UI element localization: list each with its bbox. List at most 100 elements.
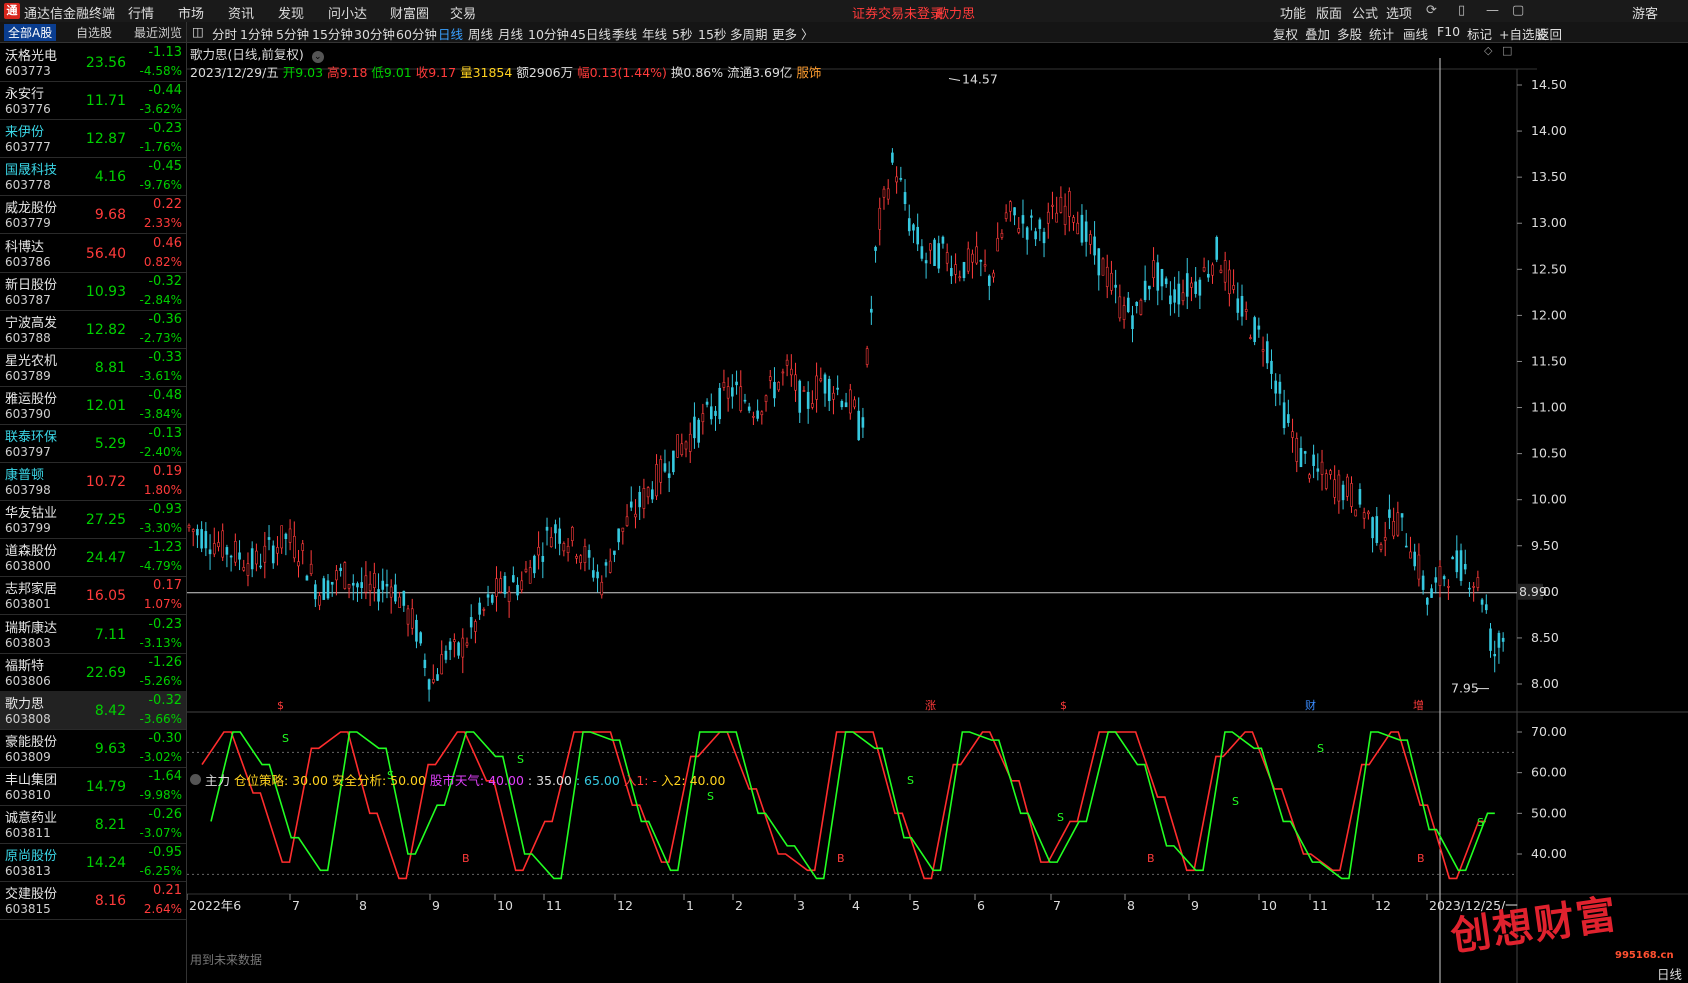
candle-body xyxy=(1101,258,1105,276)
menu-item-2[interactable]: 资讯 xyxy=(228,3,254,22)
stock-row[interactable]: 国晟科技 603778 4.16 -0.45 -9.76% xyxy=(0,157,186,197)
phone-icon[interactable]: ▯ xyxy=(1458,3,1465,18)
period-tab-2[interactable]: 5分钟 xyxy=(276,24,309,43)
period-tab-11[interactable]: 季线 xyxy=(612,24,637,43)
stock-row[interactable]: 诚意药业 603811 8.21 -0.26 -3.07% xyxy=(0,805,186,844)
stock-row[interactable]: 歌力思 603808 8.42 -0.32 -3.66% xyxy=(0,690,186,730)
indicator-name[interactable]: 主力 xyxy=(205,773,230,788)
period-tab-12[interactable]: 年线 xyxy=(642,24,667,43)
sidebar-toggle-icon[interactable]: ◫ xyxy=(192,24,204,39)
window-icon[interactable]: ▢ xyxy=(1512,3,1524,18)
stock-row[interactable]: 雅运股份 603790 12.01 -0.48 -3.84% xyxy=(0,386,186,425)
indicator-toggle-icon[interactable] xyxy=(190,774,201,785)
price-tick-label: 11.00 xyxy=(1531,400,1567,415)
candle-body xyxy=(697,419,700,443)
period-tab-0[interactable]: 分时 xyxy=(212,24,237,43)
minimize-icon[interactable]: — xyxy=(1486,3,1499,18)
candle-body xyxy=(335,570,338,581)
min-price-label: 7.95 xyxy=(1451,681,1479,696)
chart-area[interactable]: 14.50 14.00 13.50 13.00 12.50 12.00 11.50 11.00… xyxy=(187,42,1688,983)
period-tab-13[interactable]: 5秒 xyxy=(672,24,692,43)
period-tab-8[interactable]: 月线 xyxy=(498,24,523,43)
period-tab-9[interactable]: 10分钟 xyxy=(528,24,569,43)
stock-row[interactable]: 来伊份 603777 12.87 -0.23 -1.76% xyxy=(0,119,186,159)
stock-row[interactable]: 新日股份 603787 10.93 -0.32 -2.84% xyxy=(0,272,186,311)
candle-body xyxy=(1274,380,1277,394)
menu-item-3[interactable]: 发现 xyxy=(278,3,304,22)
sidebar-tab-1[interactable]: 自选股 xyxy=(72,24,116,41)
tool-6[interactable]: 标记 xyxy=(1467,24,1492,43)
candle-body xyxy=(954,264,957,275)
period-tab-10[interactable]: 45日线 xyxy=(570,24,611,43)
guest-label[interactable]: 游客 xyxy=(1632,3,1658,22)
tool-2[interactable]: 多股 xyxy=(1337,24,1362,43)
stock-row[interactable]: 瑞斯康达 603803 7.11 -0.23 -3.13% xyxy=(0,615,186,654)
sidebar-tab-0[interactable]: 全部A股 xyxy=(4,24,57,41)
stock-row[interactable]: 科博达 603786 56.40 0.46 0.82% xyxy=(0,234,186,273)
candle-body xyxy=(1063,205,1067,225)
period-tab-15[interactable]: 多周期 xyxy=(730,24,768,43)
period-tab-7[interactable]: 周线 xyxy=(468,24,493,43)
candle-body xyxy=(507,591,511,602)
period-tab-6[interactable]: 日线 xyxy=(438,24,463,43)
stock-list-sidebar: 全部A股 自选股 最近浏览 沃格光电 603773 23.56 -1.13 -4.58% 永安… xyxy=(0,22,187,983)
menu-item-4[interactable]: 问小达 xyxy=(328,3,367,22)
tool-5[interactable]: F10 xyxy=(1437,24,1460,39)
stock-row[interactable]: 华友钴业 603799 27.25 -0.93 -3.30% xyxy=(0,500,186,540)
login-status[interactable]: 证券交易未登录 xyxy=(852,3,943,22)
candle-body xyxy=(617,528,620,543)
period-tab-5[interactable]: 60分钟 xyxy=(396,24,437,43)
candle-body xyxy=(777,381,780,391)
tool-8[interactable]: 返回 xyxy=(1537,24,1562,43)
period-indicator[interactable]: 日线 xyxy=(1657,964,1682,983)
menu-bar: 通 通达信金融终端 证券交易未登录 歌力思 游客 行情 市场 资讯 发现 问小达 财富圈 交… xyxy=(0,0,1688,23)
candle-body xyxy=(874,246,877,251)
menu-item-5[interactable]: 财富圈 xyxy=(390,3,429,22)
stock-name: 瑞斯康达 xyxy=(5,620,58,636)
stock-row[interactable]: 联泰环保 603797 5.29 -0.13 -2.40% xyxy=(0,424,186,463)
period-tab-3[interactable]: 15分钟 xyxy=(312,24,353,43)
stock-row[interactable]: 志邦家居 603801 16.05 0.17 1.07% xyxy=(0,576,186,616)
stock-row[interactable]: 永安行 603776 11.71 -0.44 -3.62% xyxy=(0,81,186,121)
candle-body xyxy=(478,602,481,615)
right-menu-item-1[interactable]: 版面 xyxy=(1316,3,1342,22)
candle-body xyxy=(1265,341,1269,364)
x-tick-label: 10 xyxy=(1261,898,1277,913)
stock-row[interactable]: 威龙股份 603779 9.68 0.22 2.33% xyxy=(0,195,186,235)
candle-body xyxy=(524,568,528,572)
candle-body xyxy=(971,253,974,263)
period-tab-16[interactable]: 更多 〉 xyxy=(772,24,813,43)
right-menu-item-2[interactable]: 公式 xyxy=(1352,3,1378,22)
menu-item-1[interactable]: 市场 xyxy=(178,3,204,22)
stock-row[interactable]: 康普顿 603798 10.72 0.19 1.80% xyxy=(0,462,186,502)
stock-row[interactable]: 宁波高发 603788 12.82 -0.36 -2.73% xyxy=(0,310,186,349)
tool-1[interactable]: 叠加 xyxy=(1305,24,1330,43)
stock-row[interactable]: 豪能股份 603809 9.63 -0.30 -3.02% xyxy=(0,729,186,768)
period-tab-14[interactable]: 15秒 xyxy=(698,24,726,43)
stock-change-pct: -5.26% xyxy=(139,673,182,688)
candle-body xyxy=(764,395,768,402)
tool-3[interactable]: 统计 xyxy=(1369,24,1394,43)
candle-body xyxy=(322,578,326,600)
menu-item-6[interactable]: 交易 xyxy=(450,3,476,22)
menu-item-0[interactable]: 行情 xyxy=(128,3,154,22)
period-tab-4[interactable]: 30分钟 xyxy=(354,24,395,43)
tool-0[interactable]: 复权 xyxy=(1273,24,1298,43)
signal-letter: S xyxy=(1317,742,1324,755)
sidebar-tab-2[interactable]: 最近浏览 xyxy=(130,24,186,41)
stock-row[interactable]: 丰山集团 603810 14.79 -1.64 -9.98% xyxy=(0,767,186,806)
refresh-icon[interactable]: ⟳ xyxy=(1426,3,1437,18)
right-menu-item-0[interactable]: 功能 xyxy=(1280,3,1306,22)
tool-4[interactable]: 画线 xyxy=(1403,24,1428,43)
stock-change: 0.22 xyxy=(153,197,182,213)
stock-row[interactable]: 原尚股份 603813 14.24 -0.95 -6.25% xyxy=(0,843,186,883)
stock-row[interactable]: 福斯特 603806 22.69 -1.26 -5.26% xyxy=(0,653,186,692)
stock-row[interactable]: 星光农机 603789 8.81 -0.33 -3.61% xyxy=(0,348,186,387)
stock-row[interactable]: 交建股份 603815 8.16 0.21 2.64% xyxy=(0,881,186,921)
stock-row[interactable]: 沃格光电 603773 23.56 -1.13 -4.58% xyxy=(0,43,186,82)
info-sector[interactable]: 服饰 xyxy=(796,65,821,80)
stock-change: -0.36 xyxy=(148,311,182,327)
stock-row[interactable]: 道森股份 603800 24.47 -1.23 -4.79% xyxy=(0,538,186,578)
period-tab-1[interactable]: 1分钟 xyxy=(240,24,273,43)
right-menu-item-3[interactable]: 选项 xyxy=(1386,3,1412,22)
